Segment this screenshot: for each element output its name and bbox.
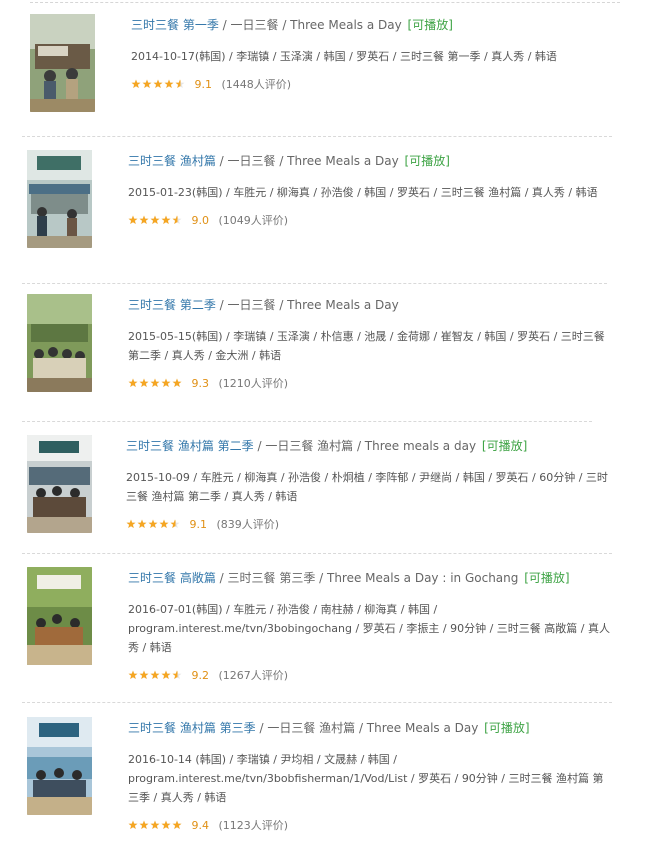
rating-stars [128,670,184,684]
star-icon [164,79,174,88]
poster-thumbnail[interactable] [30,14,95,112]
item-title: 三时三餐 第一季 / 一日三餐 / Three Meals a Day [可播放… [131,17,611,34]
star-icon [150,670,160,679]
rating-stars [128,215,184,229]
star-icon [161,670,171,679]
playable-link[interactable]: [可播放] [524,571,569,585]
title-link[interactable]: 三时三餐 第一季 [131,18,219,32]
rating-score: 9.1 [194,78,213,91]
rating-count: (1267人评价) [218,669,289,682]
stars-graphic [128,215,182,224]
title-link[interactable]: 三时三餐 渔村篇 第三季 [128,721,256,735]
star-icon [142,79,152,88]
playable-link[interactable]: [可播放] [405,154,450,168]
rating: 9.3 (1210人评价) [128,377,608,392]
item-meta: 2016-10-14 (韩国) / 李瑞镇 / 尹均相 / 文晟赫 / 韩国 /… [128,753,604,804]
item-title: 三时三餐 渔村篇 第二季 / 一日三餐 渔村篇 / Three meals a … [126,438,611,455]
star-icon [161,820,171,829]
alt-title: / 一日三餐 渔村篇 / Three Meals a Day [255,721,479,735]
item-meta: 2015-10-09 / 车胜元 / 柳海真 / 孙浩俊 / 朴炯植 / 李阵郁… [126,471,608,503]
rating-score: 9.4 [191,819,210,832]
alt-title: / 一日三餐 / Three Meals a Day [215,298,399,312]
rating-count: (1123人评价) [218,819,289,832]
star-icon [150,215,160,224]
star-icon [148,519,158,528]
rating-score: 9.3 [191,377,210,390]
poster-thumbnail[interactable] [27,150,92,248]
rating-score: 9.0 [191,214,210,227]
star-icon [159,519,169,528]
star-icon [126,519,136,528]
rating-stars [128,820,184,834]
alt-title: / 一日三餐 / Three Meals a Day [215,154,399,168]
star-icon [150,378,160,387]
playable-link[interactable]: [可播放] [408,18,453,32]
rating-stars [126,519,182,533]
title-link[interactable]: 三时三餐 渔村篇 第二季 [126,439,254,453]
rating-stars [131,79,187,93]
star-icon [172,378,182,387]
star-icon [172,820,182,829]
star-icon [139,820,149,829]
rating: 9.0 (1049人评价) [128,214,608,229]
star-icon [139,670,149,679]
rating: 9.4 (1123人评价) [128,819,613,834]
star-icon [139,215,149,224]
star-icon [153,79,163,88]
rating-count: (839人评价) [216,518,280,531]
poster-thumbnail[interactable] [27,294,92,392]
stars-graphic [128,378,182,387]
playable-link[interactable]: [可播放] [484,721,529,735]
rating-score: 9.1 [189,518,208,531]
star-icon [128,378,138,387]
title-link[interactable]: 三时三餐 高敞篇 [128,571,216,585]
rating: 9.2 (1267人评价) [128,669,613,684]
divider [22,283,607,284]
item-meta: 2015-01-23(韩国) / 车胜元 / 柳海真 / 孙浩俊 / 韩国 / … [128,186,598,199]
rating-count: (1448人评价) [221,78,292,91]
star-icon [139,378,149,387]
star-icon [128,820,138,829]
star-icon [161,215,171,224]
stars-graphic [126,519,180,528]
item-title: 三时三餐 渔村篇 / 一日三餐 / Three Meals a Day [可播放… [128,153,608,170]
star-icon [137,519,147,528]
stars-graphic [128,670,182,679]
item-title: 三时三餐 渔村篇 第三季 / 一日三餐 渔村篇 / Three Meals a … [128,720,613,737]
item-meta: 2014-10-17(韩国) / 李瑞镇 / 玉泽演 / 韩国 / 罗英石 / … [131,50,557,63]
stars-graphic [128,820,182,829]
rating-stars [128,378,184,392]
divider [22,421,592,422]
divider [22,553,612,554]
top-divider [30,2,620,3]
alt-title: / 一日三餐 / Three Meals a Day [218,18,402,32]
star-icon [150,820,160,829]
alt-title: / 三时三餐 第三季 / Three Meals a Day : in Goch… [215,571,519,585]
playable-link[interactable]: [可播放] [482,439,527,453]
title-link[interactable]: 三时三餐 第二季 [128,298,216,312]
star-icon [161,378,171,387]
item-meta: 2016-07-01(韩国) / 车胜元 / 孙浩俊 / 南柱赫 / 柳海真 /… [128,603,610,654]
poster-thumbnail[interactable] [27,435,92,533]
rating: 9.1 (1448人评价) [131,78,611,93]
rating: 9.1 (839人评价) [126,518,611,533]
title-link[interactable]: 三时三餐 渔村篇 [128,154,216,168]
rating-count: (1210人评价) [218,377,289,390]
stars-graphic [131,79,185,88]
item-title: 三时三餐 高敞篇 / 三时三餐 第三季 / Three Meals a Day … [128,570,613,587]
divider [22,136,612,137]
poster-thumbnail[interactable] [27,717,92,815]
item-title: 三时三餐 第二季 / 一日三餐 / Three Meals a Day [128,297,608,314]
alt-title: / 一日三餐 渔村篇 / Three meals a day [253,439,477,453]
star-icon [128,670,138,679]
star-icon [128,215,138,224]
star-icon [131,79,141,88]
rating-score: 9.2 [191,669,210,682]
rating-count: (1049人评价) [218,214,289,227]
poster-thumbnail[interactable] [27,567,92,665]
divider [22,702,612,703]
item-meta: 2015-05-15(韩国) / 李瑞镇 / 玉泽演 / 朴信惠 / 池晟 / … [128,330,605,362]
